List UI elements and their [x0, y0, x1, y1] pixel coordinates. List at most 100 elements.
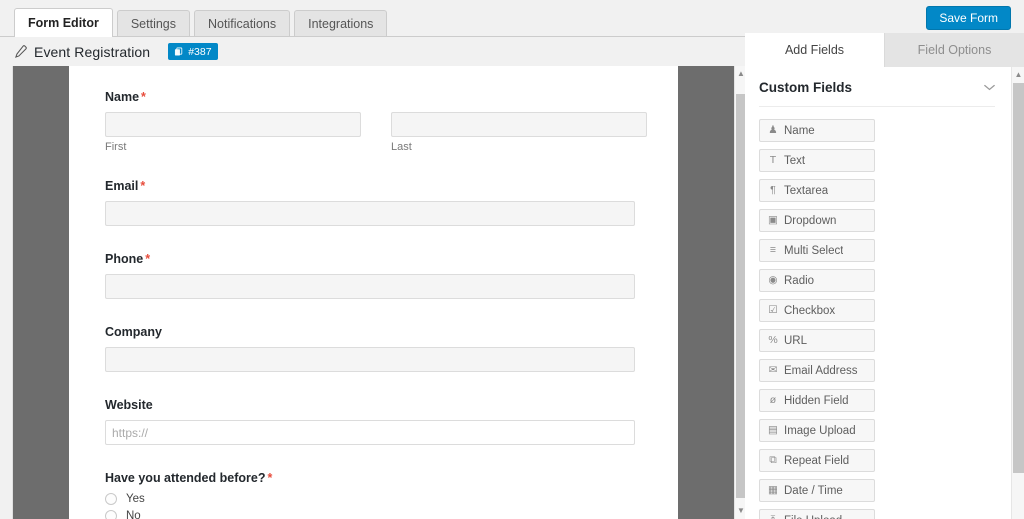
field-label-text: Have you attended before?: [105, 471, 266, 485]
save-form-button[interactable]: Save Form: [926, 6, 1011, 30]
add-field-radio[interactable]: ◉ Radio: [759, 269, 875, 292]
add-field-file-upload[interactable]: ⤒ File Upload: [759, 509, 875, 519]
tab-notifications[interactable]: Notifications: [194, 10, 291, 37]
radio-circle-icon[interactable]: [105, 510, 117, 519]
field-button-label: Dropdown: [784, 214, 837, 227]
input-email[interactable]: [105, 201, 635, 226]
form-field-have-you-attended-before[interactable]: Have you attended before? * Yes No: [105, 471, 678, 519]
panel-tab-add-fields[interactable]: Add Fields: [745, 33, 884, 67]
field-label: Have you attended before? *: [105, 471, 678, 486]
radio-circle-icon[interactable]: [105, 493, 117, 505]
canvas-scroll-down-arrow[interactable]: ▼: [735, 504, 745, 518]
form-id-label: #387: [188, 45, 212, 58]
chevron-down-icon[interactable]: [984, 84, 995, 91]
form-field-email[interactable]: Email *: [105, 179, 678, 226]
field-label: Phone *: [105, 252, 678, 267]
field-sublabel: Last: [391, 141, 412, 153]
form-editor-area: Name * First Last Email * Phone * Company Website…: [0, 66, 745, 519]
panel-content: Custom Fields ♟ Name T Text ¶ Textarea ▣ Dropdow…: [745, 67, 1009, 519]
form-preview: Name * First Last Email * Phone * Company Website…: [69, 66, 678, 519]
field-label-text: Website: [105, 398, 153, 412]
add-field-email-address[interactable]: ✉ Email Address: [759, 359, 875, 382]
form-title-row: Event Registration #387: [0, 37, 745, 66]
add-field-hidden-field[interactable]: ø Hidden Field: [759, 389, 875, 412]
panel-scroll-up-arrow[interactable]: ▲: [1012, 68, 1024, 82]
field-label: Email *: [105, 179, 678, 194]
image-icon: ▤: [768, 424, 778, 437]
tab-integrations[interactable]: Integrations: [294, 10, 388, 37]
radio-option-label: Yes: [126, 493, 145, 505]
name-subfield: Last: [391, 112, 647, 153]
envelope-icon: ✉: [768, 364, 778, 377]
panel-scrollbar[interactable]: ▲: [1011, 67, 1024, 519]
field-label: Name *: [105, 90, 678, 105]
field-sublabel: First: [105, 141, 127, 153]
input-first[interactable]: [105, 112, 361, 137]
form-field-name[interactable]: Name * First Last: [105, 90, 678, 153]
drop-zone-right[interactable]: [678, 66, 734, 519]
text-icon: T: [769, 154, 777, 167]
field-button-grid: ♟ Name T Text ¶ Textarea ▣ Dropdown ≡ Multi Selec…: [759, 107, 995, 519]
drop-zone-left[interactable]: [13, 66, 69, 519]
input-phone[interactable]: [105, 274, 635, 299]
required-asterisk: *: [141, 90, 146, 104]
field-label-text: Phone: [105, 252, 144, 266]
section-header-custom-fields[interactable]: Custom Fields: [759, 67, 995, 107]
field-button-label: URL: [784, 334, 808, 347]
main-tabs: Form Editor Settings Notifications Integrat…: [14, 5, 388, 37]
add-field-image-upload[interactable]: ▤ Image Upload: [759, 419, 875, 442]
add-field-name[interactable]: ♟ Name: [759, 119, 875, 142]
canvas-scroll-thumb[interactable]: [736, 94, 745, 498]
section-title: Custom Fields: [759, 80, 853, 95]
user-icon: ♟: [768, 124, 778, 137]
field-button-label: Hidden Field: [784, 394, 849, 407]
add-field-checkbox[interactable]: ☑ Checkbox: [759, 299, 875, 322]
add-field-url[interactable]: % URL: [759, 329, 875, 352]
panel-tab-field-options[interactable]: Field Options: [884, 33, 1024, 67]
form-field-phone[interactable]: Phone *: [105, 252, 678, 299]
required-asterisk: *: [140, 179, 146, 193]
input-last[interactable]: [391, 112, 647, 137]
required-asterisk: *: [267, 471, 273, 485]
form-id-badge[interactable]: #387: [168, 43, 218, 60]
calendar-icon: ▦: [768, 484, 778, 497]
pencil-icon[interactable]: [13, 44, 27, 59]
add-field-text[interactable]: T Text: [759, 149, 875, 172]
add-field-repeat-field[interactable]: ⧉ Repeat Field: [759, 449, 875, 472]
dropdown-icon: ▣: [768, 214, 778, 227]
panel-body: Custom Fields ♟ Name T Text ¶ Textarea ▣ Dropdow…: [745, 67, 1024, 519]
field-button-label: Checkbox: [784, 304, 836, 317]
list-icon: ≡: [769, 244, 777, 257]
add-field-date-time[interactable]: ▦ Date / Time: [759, 479, 875, 502]
upload-icon: ⤒: [767, 515, 779, 519]
field-button-label: Date / Time: [784, 484, 843, 497]
radio-option[interactable]: No: [105, 510, 678, 519]
panel-scroll-thumb[interactable]: [1013, 83, 1024, 473]
add-field-dropdown[interactable]: ▣ Dropdown: [759, 209, 875, 232]
form-field-website[interactable]: Website: [105, 398, 678, 445]
fields-panel: Add Fields Field Options Custom Fields ♟ Na…: [745, 33, 1024, 519]
canvas-scroll-up-arrow[interactable]: ▲: [735, 67, 745, 81]
field-label: Website: [105, 398, 678, 413]
clone-icon: ⧉: [769, 454, 777, 467]
input-website[interactable]: [105, 420, 635, 445]
add-field-multi-select[interactable]: ≡ Multi Select: [759, 239, 875, 262]
add-field-textarea[interactable]: ¶ Textarea: [759, 179, 875, 202]
form-field-company[interactable]: Company: [105, 325, 678, 372]
input-company[interactable]: [105, 347, 635, 372]
field-button-label: Multi Select: [784, 244, 844, 257]
tab-settings[interactable]: Settings: [116, 10, 191, 37]
field-button-label: Textarea: [784, 184, 829, 197]
field-button-label: Name: [784, 124, 815, 137]
page-title: Event Registration: [34, 43, 151, 60]
radio-option[interactable]: Yes: [105, 493, 678, 505]
tab-form-editor[interactable]: Form Editor: [14, 8, 113, 37]
radio-option-label: No: [126, 510, 141, 519]
eye-slash-icon: ø: [769, 394, 777, 407]
save-form-label: Save Form: [939, 11, 998, 25]
radio-icon: ◉: [768, 274, 778, 287]
canvas-scrollbar[interactable]: ▲ ▼: [734, 66, 745, 519]
paragraph-icon: ¶: [770, 184, 776, 197]
link-icon: %: [768, 334, 778, 347]
checkbox-icon: ☑: [768, 304, 778, 317]
